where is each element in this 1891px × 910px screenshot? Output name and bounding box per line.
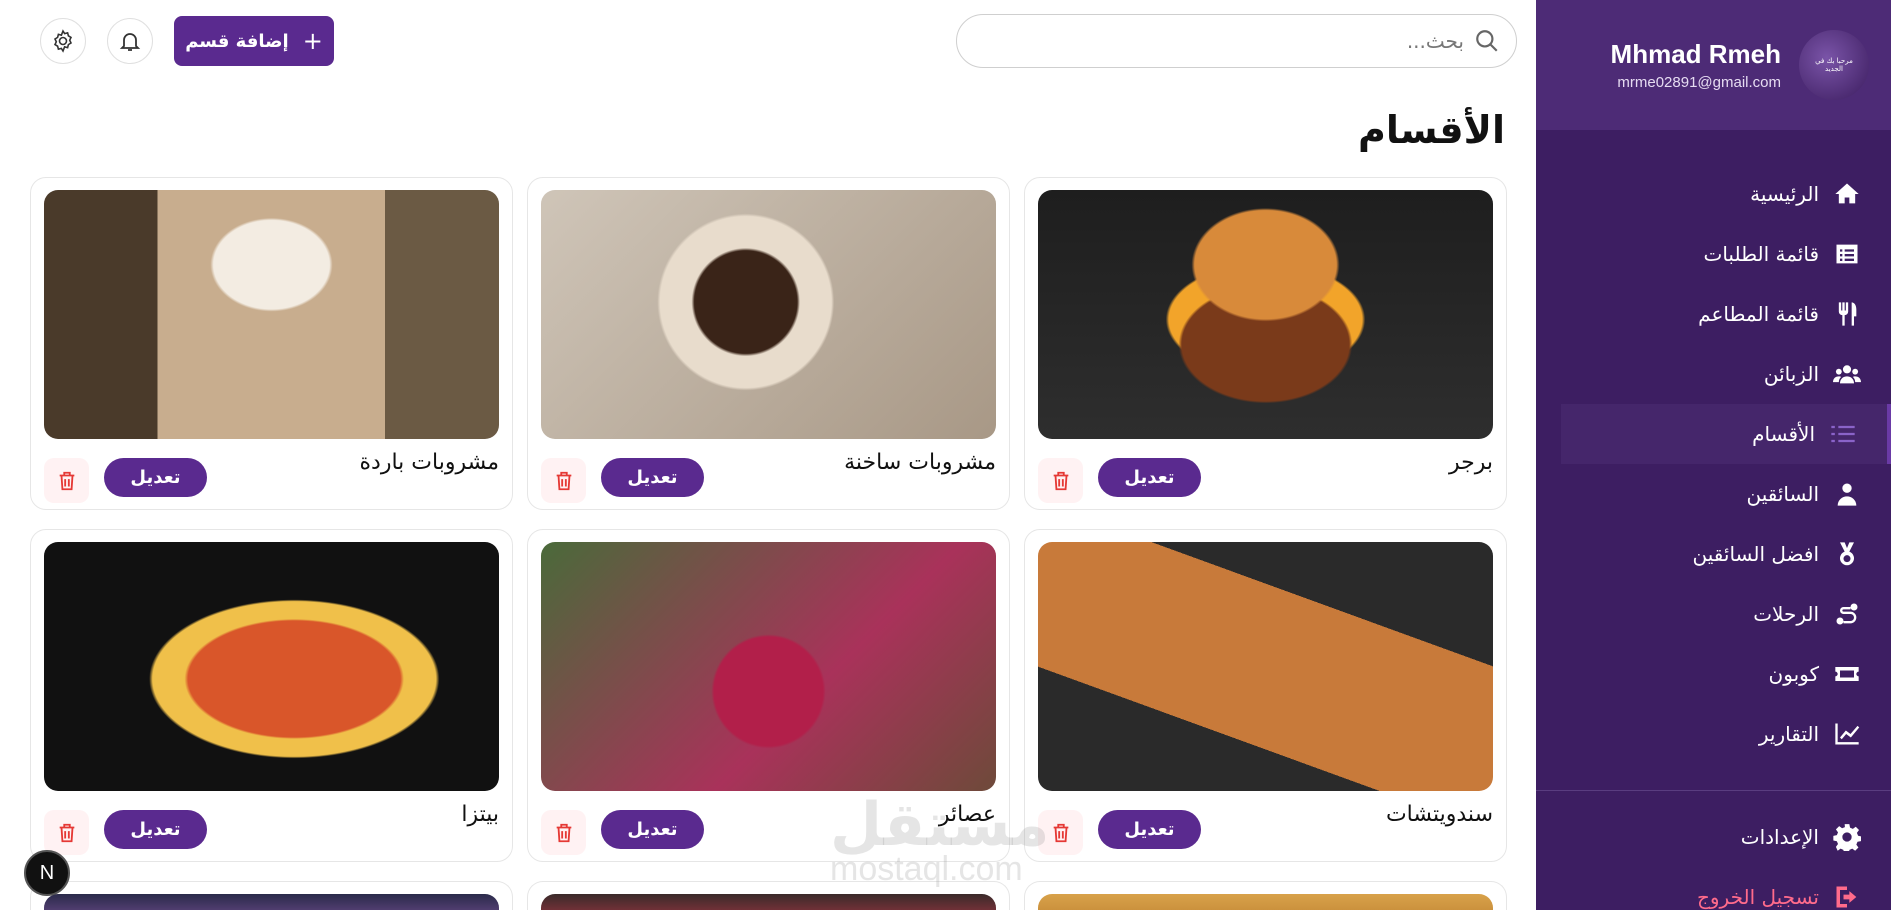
gear-icon — [53, 29, 73, 53]
home-icon — [1835, 183, 1859, 204]
edit-button[interactable]: تعديل — [1098, 810, 1201, 849]
settings-button[interactable] — [40, 18, 86, 64]
sidebar-item-label: كوبون — [1768, 662, 1819, 686]
sidebar-item-customers[interactable]: الزبائن — [1561, 344, 1891, 404]
category-name: سندويتشات — [1385, 802, 1493, 827]
category-image — [1038, 190, 1493, 439]
category-image — [541, 894, 996, 910]
profile-name: Mhmad Rmeh — [1610, 39, 1781, 69]
profile-header: مرحبا بك في الجديد Mhmad Rmeh mrme02891@… — [1536, 0, 1891, 130]
edit-button[interactable]: تعديل — [104, 458, 207, 497]
trash-icon — [1053, 823, 1068, 842]
gear-icon — [1833, 824, 1861, 851]
category-image — [1038, 894, 1493, 910]
categories-icon — [1831, 425, 1855, 443]
category-image — [541, 190, 996, 439]
search-input[interactable] — [973, 29, 1464, 53]
sidebar: مرحبا بك في الجديد Mhmad Rmeh mrme02891@… — [1536, 0, 1891, 910]
add-category-label: إضافة قسم — [185, 30, 289, 52]
profile-info: Mhmad Rmeh mrme02891@gmail.com — [1611, 39, 1781, 91]
search-box[interactable] — [956, 14, 1517, 68]
bell-icon — [119, 33, 141, 51]
delete-button[interactable] — [44, 458, 89, 503]
plus-icon: + — [302, 27, 323, 55]
trash-icon — [59, 471, 74, 490]
category-image — [1038, 542, 1493, 791]
page-title: الأقسام — [1358, 108, 1505, 152]
dev-badge[interactable]: N — [24, 850, 70, 896]
category-name: مشروبات ساخنة — [844, 450, 996, 475]
delete-button[interactable] — [541, 810, 586, 855]
sidebar-item-label: قائمة الطلبات — [1703, 242, 1820, 266]
edit-button[interactable]: تعديل — [601, 458, 704, 497]
nav-divider — [1536, 790, 1891, 791]
category-card: سندويتشات تعديل — [1024, 529, 1507, 862]
route-icon — [1836, 603, 1858, 625]
sidebar-item-label: الزبائن — [1763, 362, 1819, 386]
trash-icon — [556, 823, 571, 842]
category-card — [30, 881, 513, 910]
notifications-button[interactable] — [107, 18, 153, 64]
category-name: برجر — [1449, 450, 1493, 475]
category-image — [541, 542, 996, 791]
sidebar-item-home[interactable]: الرئيسية — [1561, 164, 1891, 224]
users-icon — [1833, 365, 1861, 384]
sidebar-item-logout[interactable]: تسجيل الخروج — [1561, 867, 1891, 910]
sidebar-item-restaurants[interactable]: قائمة المطاعم — [1561, 284, 1891, 344]
sidebar-item-label: التقارير — [1758, 722, 1819, 746]
sidebar-item-orders[interactable]: قائمة الطلبات — [1561, 224, 1891, 284]
watermark-url: mostaql.com — [830, 850, 1023, 888]
award-icon — [1840, 542, 1854, 566]
sidebar-item-label: افضل السائقين — [1692, 542, 1820, 566]
sidebar-item-label: قائمة المطاعم — [1698, 302, 1819, 326]
sidebar-item-drivers[interactable]: السائقين — [1561, 464, 1891, 524]
category-name: بيتزا — [461, 802, 499, 827]
sidebar-item-label: الأقسام — [1752, 422, 1815, 446]
sidebar-item-trips[interactable]: الرحلات — [1561, 584, 1891, 644]
category-card: مشروبات باردة تعديل — [30, 177, 513, 510]
category-name: مشروبات باردة — [359, 450, 499, 475]
category-image — [44, 542, 499, 791]
sidebar-item-label: الإعدادات — [1740, 825, 1819, 849]
add-category-button[interactable]: + إضافة قسم — [174, 16, 334, 66]
search-icon — [1476, 30, 1498, 52]
sidebar-item-categories[interactable]: الأقسام — [1561, 404, 1891, 464]
delete-button[interactable] — [44, 810, 89, 855]
category-image — [44, 894, 499, 910]
sidebar-item-label: تسجيل الخروج — [1696, 885, 1819, 909]
category-image — [44, 190, 499, 439]
sidebar-item-settings[interactable]: الإعدادات — [1561, 807, 1891, 867]
sidebar-item-reports[interactable]: التقارير — [1561, 704, 1891, 764]
category-card: بيتزا تعديل — [30, 529, 513, 862]
delete-button[interactable] — [541, 458, 586, 503]
edit-button[interactable]: تعديل — [601, 810, 704, 849]
sidebar-item-top-drivers[interactable]: افضل السائقين — [1561, 524, 1891, 584]
ticket-icon — [1835, 667, 1859, 681]
trash-icon — [59, 823, 74, 842]
sidebar-item-label: الرئيسية — [1750, 182, 1819, 206]
sidebar-item-label: الرحلات — [1753, 602, 1819, 626]
sidebar-nav: الرئيسية قائمة الطلبات قائمة المطاعم الز… — [1536, 130, 1891, 910]
chart-icon — [1835, 723, 1860, 745]
list-icon — [1836, 244, 1858, 264]
topbar: + إضافة قسم — [0, 0, 1536, 80]
logout-icon — [1836, 886, 1857, 908]
category-card: مشروبات ساخنة تعديل — [527, 177, 1010, 510]
edit-button[interactable]: تعديل — [104, 810, 207, 849]
edit-button[interactable]: تعديل — [1098, 458, 1201, 497]
driver-icon — [1837, 483, 1857, 506]
delete-button[interactable] — [1038, 458, 1083, 503]
avatar[interactable]: مرحبا بك في الجديد — [1799, 30, 1869, 100]
sidebar-item-coupon[interactable]: كوبون — [1561, 644, 1891, 704]
category-card: برجر تعديل — [1024, 177, 1507, 510]
trash-icon — [556, 471, 571, 490]
trash-icon — [1053, 471, 1068, 490]
profile-email: mrme02891@gmail.com — [1617, 74, 1781, 91]
sidebar-item-label: السائقين — [1746, 482, 1819, 506]
category-card — [1024, 881, 1507, 910]
utensils-icon — [1838, 302, 1857, 326]
